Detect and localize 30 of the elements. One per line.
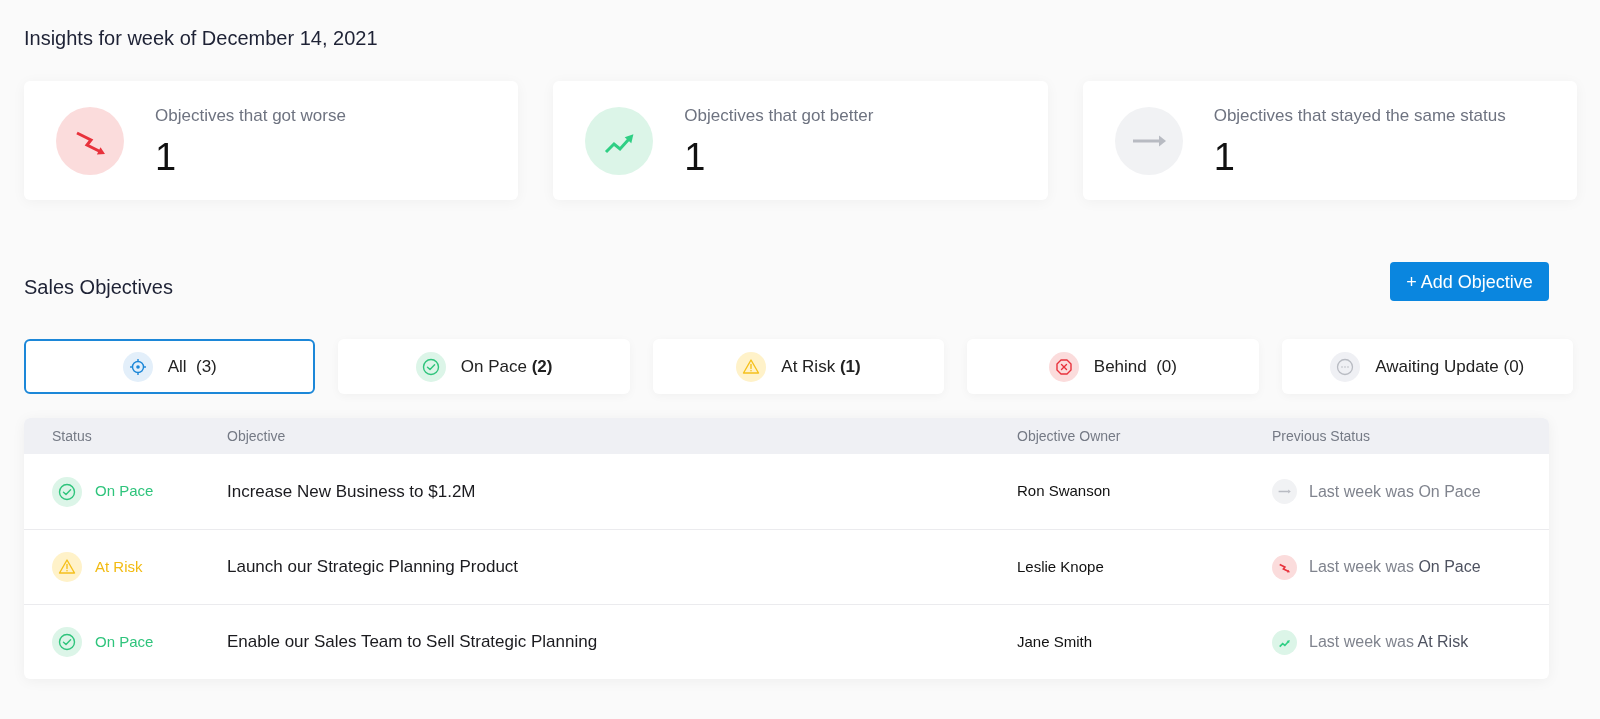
column-header: Previous Status: [1272, 426, 1371, 446]
column-header: Objective: [227, 426, 286, 446]
owner-name: Ron Swanson: [1017, 481, 1111, 502]
objective-name: Increase New Business to $1.2M: [227, 480, 476, 503]
insight-label: Objectives that got better: [684, 104, 874, 127]
page-title: Insights for week of December 14, 2021: [24, 26, 378, 50]
previous-status-text: Last week was At Risk: [1309, 632, 1469, 652]
insight-count: 1: [1213, 136, 1235, 177]
insight-count: 1: [684, 136, 706, 177]
filter-tab[interactable]: All (3): [24, 339, 316, 394]
insight-count: 1: [155, 136, 177, 177]
status-label: On Pace: [95, 631, 154, 652]
owner-name: Jane Smith: [1017, 631, 1093, 652]
insight-label: Objectives that stayed the same status: [1213, 104, 1506, 127]
status-label: At Risk: [95, 556, 143, 577]
filter-tab[interactable]: Awaiting Update (0): [1281, 339, 1573, 394]
previous-status-text: Last week was On Pace: [1309, 481, 1481, 502]
insight-label: Objectives that got worse: [155, 104, 346, 127]
filter-tab[interactable]: Behind (0): [967, 339, 1259, 394]
previous-status-text: Last week was On Pace: [1309, 557, 1481, 577]
filter-tab[interactable]: At Risk (1): [652, 339, 945, 394]
owner-name: Leslie Knope: [1017, 556, 1104, 577]
column-header: Objective Owner: [1017, 426, 1121, 446]
status-label: On Pace: [95, 481, 154, 502]
column-header: Status: [52, 426, 92, 446]
objective-name: Launch our Strategic Planning Product: [227, 556, 519, 579]
section-title: Sales Objectives: [24, 275, 173, 299]
objective-name: Enable our Sales Team to Sell Strategic Planning: [227, 631, 598, 654]
add-objective-button[interactable]: + Add Objective: [1390, 262, 1549, 301]
filter-tab[interactable]: On Pace (2): [338, 339, 630, 394]
